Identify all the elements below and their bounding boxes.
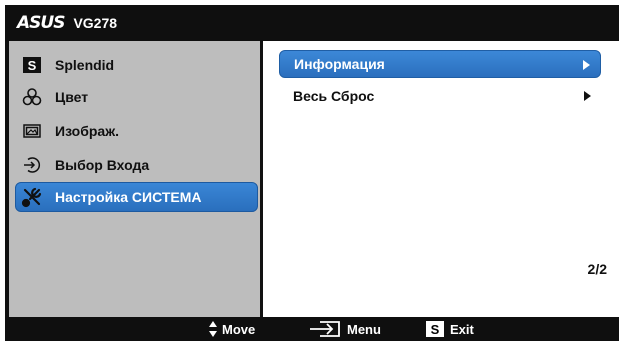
menu-item-label: Цвет (55, 89, 89, 105)
submenu-item-reset-all[interactable]: Весь Сброс (279, 82, 601, 110)
move-label: Move (222, 321, 256, 337)
asus-logo: ASUS (17, 13, 65, 33)
model-name: VG278 (73, 15, 118, 31)
input-select-icon (21, 154, 43, 176)
chevron-right-icon (583, 60, 590, 70)
image-icon (21, 120, 43, 142)
submenu-panel: Информация Весь Сброс 2/2 (263, 41, 619, 317)
menu-item-label: Выбор Входа (55, 157, 150, 173)
svg-text:S: S (28, 58, 37, 73)
menu-item-splendid[interactable]: S Splendid (9, 50, 260, 80)
menu-item-label: Splendid (55, 57, 115, 73)
submenu-item-label: Весь Сброс (293, 88, 375, 104)
system-setup-icon (21, 186, 43, 208)
brand: ASUS VG278 (17, 13, 118, 33)
main-menu-panel: S Splendid Цвет Изображ. Выбор Входа Нас… (9, 41, 260, 317)
splendid-s-icon: S (21, 54, 43, 76)
menu-hint[interactable]: Menu (308, 320, 381, 338)
splendid-s-key-icon: S (426, 321, 444, 337)
enter-key-icon (308, 320, 342, 338)
osd-menu: ASUS VG278 S Splendid Цвет Изображ. Выбо… (5, 5, 619, 341)
bottom-hint-bar: Move Menu S Exit (5, 317, 619, 341)
page-indicator: 2/2 (587, 261, 607, 277)
menu-item-image[interactable]: Изображ. (9, 116, 260, 146)
menu-item-color[interactable]: Цвет (9, 82, 260, 112)
color-icon (21, 86, 43, 108)
menu-item-label: Изображ. (55, 123, 120, 139)
menu-item-system-setup[interactable]: Настройка СИСТЕМА (9, 182, 260, 212)
title-bar: ASUS VG278 (5, 5, 619, 41)
chevron-right-icon (584, 91, 591, 101)
exit-label: Exit (450, 321, 474, 337)
submenu-item-information[interactable]: Информация (279, 50, 601, 78)
move-hint[interactable]: Move (208, 320, 255, 338)
up-down-arrows-icon (208, 320, 218, 338)
menu-item-input-select[interactable]: Выбор Входа (9, 150, 260, 180)
menu-label: Menu (347, 321, 381, 337)
menu-item-label: Настройка СИСТЕМА (55, 189, 202, 205)
exit-hint[interactable]: S Exit (426, 320, 474, 338)
submenu-item-label: Информация (294, 56, 385, 72)
